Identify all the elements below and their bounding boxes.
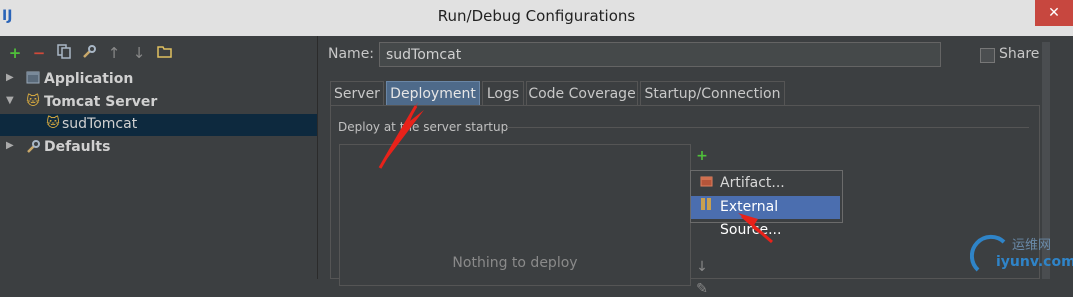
annotation-arrow-deployment-shaft bbox=[378, 105, 418, 169]
edit-pencil-icon[interactable]: ✎ bbox=[694, 281, 710, 297]
watermark-text: 运维网 bbox=[1012, 238, 1052, 253]
annotation-arrows bbox=[378, 102, 773, 244]
watermark-url: iyunv.com bbox=[996, 254, 1073, 270]
